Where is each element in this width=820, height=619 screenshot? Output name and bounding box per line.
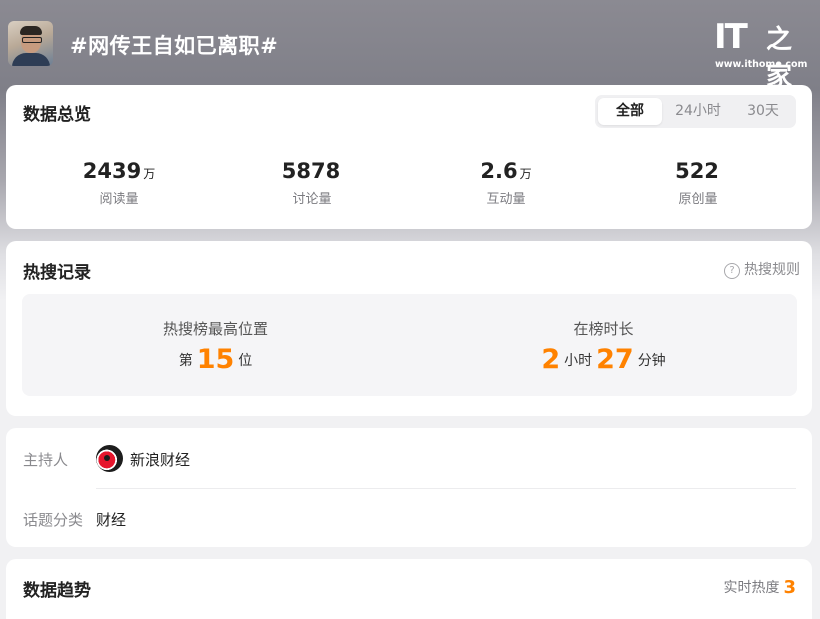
realtime-label: 实时热度 (723, 580, 780, 596)
realtime-heat: 实时热度 3 (723, 577, 796, 598)
stat-value: 522 (675, 159, 719, 183)
divider (96, 488, 796, 489)
stat-label: 阅读量 (99, 192, 139, 207)
peak-value-row: 第 15 位 (22, 344, 409, 375)
host-name[interactable]: 新浪财经 (130, 449, 190, 470)
hot-search-title: 热搜记录 (23, 263, 91, 283)
trend-title: 数据趋势 (23, 581, 91, 601)
duration-hours: 2 (541, 344, 561, 375)
duration-minutes: 27 (596, 344, 634, 375)
realtime-value: 3 (783, 577, 796, 598)
sina-finance-avatar-icon[interactable] (96, 445, 123, 472)
stat-unit: 万 (143, 167, 156, 181)
stat-unit: 万 (519, 167, 532, 181)
data-overview-card: 数据总览 全部 24小时 30天 2439 万 阅读量 5878 讨论量 2.6 万… (6, 85, 812, 229)
ithome-watermark-logo: IT 之家 www.ithome.com (714, 17, 810, 92)
peak-suffix: 位 (238, 353, 253, 369)
stat-originals: 522 原创量 (598, 159, 798, 207)
data-trend-card: 数据趋势 实时热度 3 (6, 559, 812, 619)
stat-value: 5878 (281, 159, 341, 183)
time-range-switcher: 全部 24小时 30天 (595, 95, 796, 128)
stat-value: 2.6 (480, 159, 518, 183)
filter-all[interactable]: 全部 (598, 98, 662, 125)
logo-mark: IT (714, 17, 748, 57)
stat-discussions: 5878 讨论量 (212, 159, 412, 207)
overview-title: 数据总览 (23, 105, 91, 125)
stat-label: 原创量 (678, 192, 718, 207)
topic-info-card: 主持人 新浪财经 话题分类 财经 (6, 428, 812, 547)
peak-position: 热搜榜最高位置 第 15 位 (22, 294, 409, 396)
logo-url: www.ithome.com (715, 59, 808, 70)
category-label: 话题分类 (23, 511, 84, 529)
host-label: 主持人 (23, 451, 69, 469)
topic-header: #网传王自如已离职# IT 之家 www.ithome.com (0, 0, 820, 92)
topic-title: #网传王自如已离职# (70, 34, 279, 58)
hot-search-rules-link[interactable]: ? 热搜规则 (724, 259, 800, 279)
question-icon: ? (724, 263, 740, 279)
hot-search-stats: 热搜榜最高位置 第 15 位 在榜时长 2 小时 27 分钟 (22, 294, 797, 396)
peak-label: 热搜榜最高位置 (162, 320, 268, 338)
peak-prefix: 第 (178, 353, 193, 369)
stat-value: 2439 (82, 159, 142, 183)
peak-value: 15 (196, 344, 235, 375)
stat-interactions: 2.6 万 互动量 (406, 159, 606, 207)
time-on-list: 在榜时长 2 小时 27 分钟 (410, 294, 797, 396)
filter-24h[interactable]: 24小时 (665, 98, 731, 125)
logo-cn: 之家 (766, 25, 793, 92)
filter-30d[interactable]: 30天 (733, 98, 793, 125)
minutes-unit: 分钟 (637, 353, 666, 369)
stat-label: 互动量 (486, 192, 526, 207)
stat-label: 讨论量 (292, 192, 332, 207)
category-value: 财经 (96, 511, 127, 529)
duration-value-row: 2 小时 27 分钟 (410, 344, 797, 375)
topic-avatar[interactable] (8, 21, 53, 66)
duration-label: 在榜时长 (573, 320, 634, 338)
hours-unit: 小时 (564, 353, 593, 369)
stat-reads: 2439 万 阅读量 (19, 159, 219, 207)
rules-label: 热搜规则 (744, 262, 800, 278)
hot-search-card: 热搜记录 ? 热搜规则 热搜榜最高位置 第 15 位 在榜时长 2 小时 27 分钟 (6, 241, 812, 416)
